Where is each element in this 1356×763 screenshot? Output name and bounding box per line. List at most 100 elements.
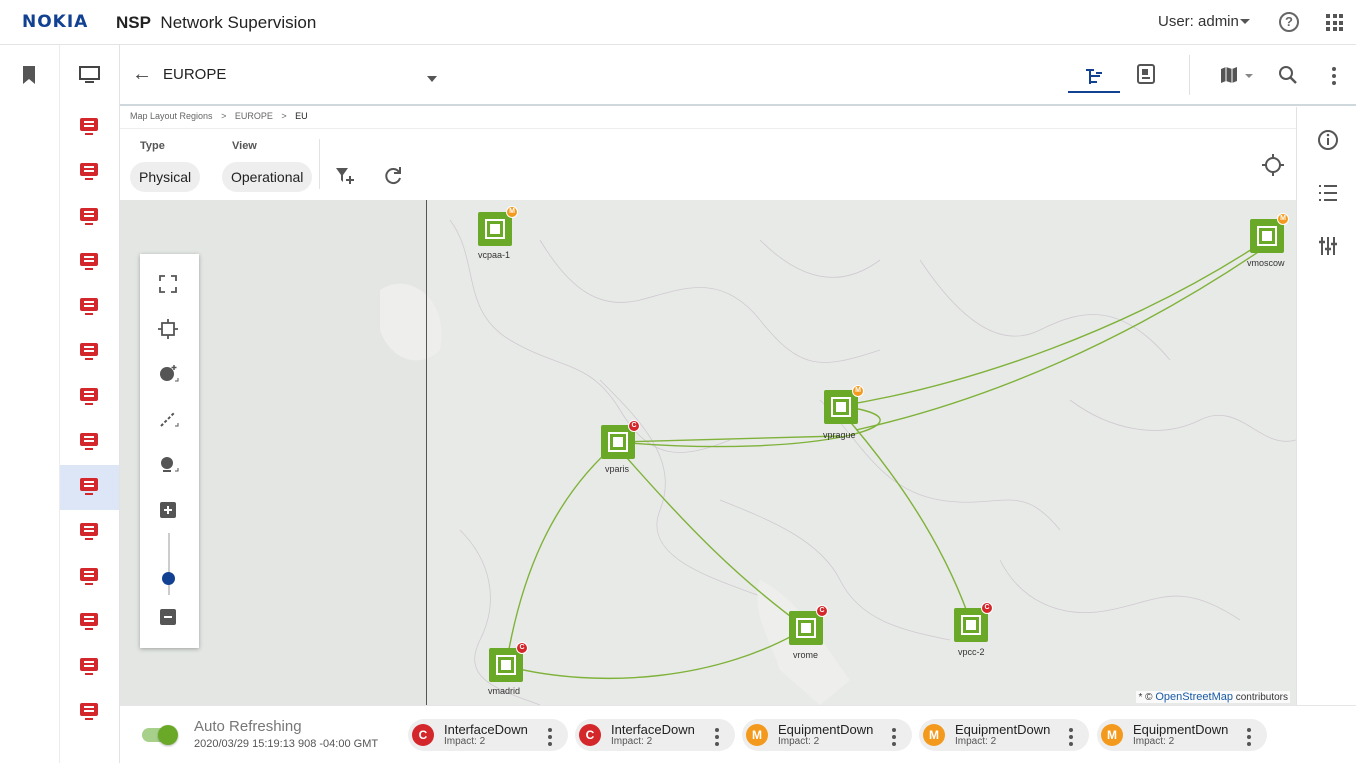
header-divider: [1189, 55, 1190, 95]
locate-icon[interactable]: [1262, 154, 1284, 176]
select-area-icon[interactable]: [157, 318, 179, 340]
map-tools-panel: [140, 254, 199, 648]
device-nav-item[interactable]: [60, 510, 119, 555]
alarm-name: EquipmentDown: [1133, 722, 1229, 737]
critical-severity-icon: C: [412, 724, 434, 746]
device-nav-item[interactable]: [60, 105, 119, 150]
more-vertical-icon[interactable]: [715, 728, 719, 746]
map-split-divider[interactable]: [426, 200, 427, 705]
zoom-slider-thumb[interactable]: [162, 572, 175, 585]
more-vertical-icon[interactable]: [1069, 728, 1073, 746]
auto-refresh-toggle[interactable]: [142, 725, 178, 745]
device-nav-item[interactable]: [60, 285, 119, 330]
more-vertical-icon[interactable]: [892, 728, 896, 746]
map-layers-icon[interactable]: [1220, 67, 1238, 83]
device-alarm-icon: [80, 703, 98, 720]
topology-map[interactable]: M vcpaa-1 M vmoscow M vprague C vparis C…: [120, 200, 1296, 705]
view-chip[interactable]: Operational: [222, 162, 313, 192]
node-label: vpcc-2: [958, 647, 985, 657]
globe-location-icon[interactable]: [157, 453, 179, 475]
alarm-name: InterfaceDown: [611, 722, 695, 737]
zoom-out-icon[interactable]: [157, 606, 179, 628]
list-icon[interactable]: [1317, 182, 1339, 204]
breadcrumb-item[interactable]: Map Layout Regions: [130, 111, 213, 121]
add-node-icon[interactable]: [157, 363, 179, 385]
device-alarm-icon: [80, 433, 98, 450]
filter-divider: [319, 139, 320, 189]
refresh-icon[interactable]: [383, 166, 403, 186]
node-label: vcpaa-1: [478, 250, 511, 260]
monitor-icon[interactable]: [79, 66, 100, 84]
device-alarm-icon: [80, 118, 98, 135]
device-nav-item[interactable]: [60, 240, 119, 285]
alarm-chip[interactable]: C InterfaceDown Impact: 2: [408, 719, 568, 751]
alarm-impact: Impact: 2: [955, 736, 997, 747]
alarm-chip[interactable]: C InterfaceDown Impact: 2: [575, 719, 735, 751]
apps-grid-dot: [1339, 27, 1343, 31]
alarm-impact: Impact: 2: [778, 736, 820, 747]
apps-grid-icon[interactable]: [1326, 14, 1343, 31]
auto-refresh-timestamp: 2020/03/29 15:19:13 908 -04:00 GMT: [194, 738, 379, 750]
filter-add-icon[interactable]: [335, 166, 355, 186]
toggle-thumb: [158, 725, 178, 745]
back-arrow-icon[interactable]: ←: [132, 63, 152, 86]
info-icon[interactable]: [1317, 129, 1339, 151]
more-vertical-icon[interactable]: [548, 728, 552, 746]
filter-row: Type Physical View Operational: [120, 128, 1296, 200]
node-badge: C: [816, 605, 828, 617]
device-nav-item[interactable]: [60, 195, 119, 240]
node-vcpaa-1[interactable]: [478, 212, 512, 246]
region-title[interactable]: EUROPE: [163, 66, 226, 83]
fullscreen-icon[interactable]: [157, 273, 179, 295]
draw-link-icon[interactable]: [157, 408, 179, 430]
view-label: View: [232, 140, 257, 152]
bookmark-icon[interactable]: [21, 66, 37, 84]
node-badge: M: [506, 206, 518, 218]
device-nav-item[interactable]: [60, 465, 119, 510]
zoom-slider-track[interactable]: [168, 533, 170, 595]
chevron-down-icon[interactable]: [1240, 19, 1250, 24]
alarm-bar: Auto Refreshing 2020/03/29 15:19:13 908 …: [120, 705, 1356, 763]
user-menu[interactable]: User: admin: [1158, 13, 1239, 30]
settings-sliders-icon[interactable]: [1317, 235, 1339, 257]
alarm-chip[interactable]: M EquipmentDown Impact: 2: [919, 719, 1089, 751]
zoom-in-icon[interactable]: [157, 499, 179, 521]
app-title-text: Network Supervision: [160, 13, 317, 32]
openstreetmap-link[interactable]: OpenStreetMap: [1155, 691, 1233, 703]
device-alarm-icon: [80, 253, 98, 270]
more-vertical-icon[interactable]: [1332, 67, 1336, 85]
node-badge: C: [516, 642, 528, 654]
more-vertical-icon[interactable]: [1247, 728, 1251, 746]
type-chip[interactable]: Physical: [130, 162, 201, 192]
map-dropdown-icon[interactable]: [1245, 74, 1253, 78]
alarm-chip[interactable]: M EquipmentDown Impact: 2: [742, 719, 912, 751]
device-alarm-icon: [80, 298, 98, 315]
node-badge: M: [1277, 213, 1289, 225]
device-nav-item[interactable]: [60, 690, 119, 735]
device-alarm-icon: [80, 208, 98, 225]
apps-grid-dot: [1326, 14, 1330, 18]
help-icon[interactable]: ?: [1279, 12, 1299, 32]
device-nav-item[interactable]: [60, 420, 119, 465]
device-nav-item[interactable]: [60, 555, 119, 600]
alarm-chip[interactable]: M EquipmentDown Impact: 2: [1097, 719, 1267, 751]
region-dropdown-icon[interactable]: [427, 76, 437, 82]
major-severity-icon: M: [923, 724, 945, 746]
breadcrumb-item[interactable]: EUROPE: [235, 111, 273, 121]
tab-topology[interactable]: [1068, 55, 1120, 93]
device-nav-item[interactable]: [60, 375, 119, 420]
alarm-impact: Impact: 2: [444, 736, 486, 747]
device-nav-item[interactable]: [60, 150, 119, 195]
device-details-icon[interactable]: [1136, 63, 1156, 85]
alarm-name: EquipmentDown: [778, 722, 874, 737]
search-icon[interactable]: [1278, 65, 1298, 85]
breadcrumb-separator: >: [221, 111, 227, 121]
device-nav-item[interactable]: [60, 600, 119, 645]
device-nav-item[interactable]: [60, 330, 119, 375]
node-label: vparis: [605, 464, 630, 474]
map-base: [120, 200, 1296, 705]
device-nav-item[interactable]: [60, 645, 119, 690]
node-badge: C: [628, 420, 640, 432]
breadcrumb: Map Layout Regions > EUROPE > EU: [130, 111, 314, 121]
major-severity-icon: M: [746, 724, 768, 746]
